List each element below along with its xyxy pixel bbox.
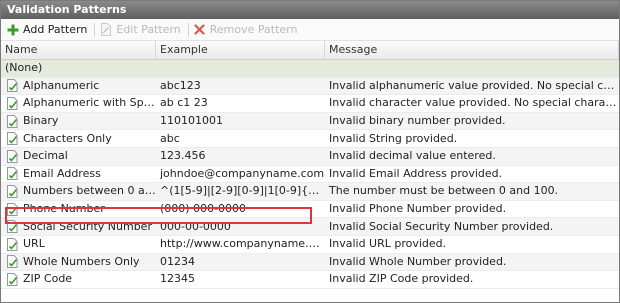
plus-icon (6, 23, 20, 37)
row-name-cell: Binary (1, 113, 156, 129)
row-name-cell: Social Security Number (1, 219, 156, 235)
row-name: Social Security Number (23, 219, 152, 233)
patterns-grid: Name Example Message (None) Alphanumeric… (1, 41, 619, 302)
row-name: Decimal (23, 149, 68, 163)
row-example: 110101001 (160, 114, 223, 128)
row-example: 000-00-0000 (160, 219, 231, 233)
row-name-cell: Email Address (1, 166, 156, 182)
table-row[interactable]: Alphanumeric with Space Characters ab c1 … (1, 95, 619, 113)
row-message: Invalid binary number provided. (329, 114, 506, 128)
row-name-cell: Alphanumeric with Space Characters (1, 95, 156, 111)
row-message: The number must be between 0 and 100. (329, 184, 559, 198)
table-row[interactable]: Characters Only abc Invalid String provide… (1, 130, 619, 148)
row-message: Invalid decimal value entered. (329, 149, 496, 163)
row-name-cell: Numbers between 0 and 100 (1, 183, 156, 199)
pattern-item-icon (5, 220, 19, 234)
remove-pattern-label: Remove Pattern (209, 23, 298, 36)
table-row[interactable]: Whole Numbers Only 01234 Invalid Whole Num… (1, 253, 619, 272)
row-name: Email Address (23, 166, 101, 180)
pattern-item-icon (5, 167, 19, 181)
row-name-cell: Phone Number (1, 201, 156, 217)
row-message: Invalid ZIP Code provided. (329, 272, 474, 286)
edit-pattern-button[interactable]: Edit Pattern (97, 20, 185, 39)
row-message: Invalid Social Security Number provided. (329, 219, 554, 233)
row-message: Invalid URL provided. (329, 237, 447, 251)
pattern-item-icon (5, 255, 19, 269)
table-row[interactable]: Decimal 123.456 Invalid decimal value ente… (1, 147, 619, 166)
row-name: Alphanumeric (23, 78, 100, 92)
row-name-cell: URL (1, 236, 156, 252)
row-example: abc (160, 131, 180, 145)
table-row-none[interactable]: (None) (1, 60, 619, 78)
table-row[interactable]: URL http://www.companyname.domain Invalid … (1, 236, 619, 254)
row-message: Invalid character value provided. No spe… (329, 96, 619, 110)
grid-header: Name Example Message (1, 41, 619, 60)
row-example: http://www.companyname.domain (160, 237, 325, 251)
pattern-item-icon (5, 149, 19, 163)
pattern-item-icon (5, 202, 19, 216)
pattern-item-icon (5, 96, 19, 110)
row-message: Invalid String provided. (329, 131, 458, 145)
row-name: Phone Number (23, 202, 105, 216)
pattern-item-icon (5, 184, 19, 198)
row-message: Invalid Phone Number provided. (329, 202, 507, 216)
table-row[interactable]: Binary 110101001 Invalid binary number pro… (1, 112, 619, 131)
add-pattern-button[interactable]: Add Pattern (4, 20, 92, 39)
toolbar-separator (187, 22, 189, 37)
row-name: URL (23, 237, 45, 251)
row-name: Alphanumeric with Space Characters (23, 96, 156, 110)
table-row[interactable]: Phone Number (000) 000-0000 Invalid Phone … (1, 201, 619, 219)
row-name: Whole Numbers Only (23, 254, 140, 268)
toolbar-separator (94, 22, 96, 37)
pattern-item-icon (5, 114, 19, 128)
row-name-cell: ZIP Code (1, 271, 156, 287)
pattern-item-icon (5, 237, 19, 251)
row-message: Invalid alphanumeric value provided. No … (329, 78, 619, 92)
window-title: Validation Patterns (1, 1, 619, 19)
table-row[interactable]: Alphanumeric abc123 Invalid alphanumeric v… (1, 77, 619, 96)
row-name: Characters Only (23, 131, 112, 145)
row-example: johndoe@companyname.com (160, 166, 325, 180)
pattern-item-icon (5, 272, 19, 286)
row-name-cell: Decimal (1, 148, 156, 164)
validation-patterns-window: Validation Patterns Add Pattern Edit Pat… (0, 0, 620, 303)
row-name: Numbers between 0 and 100 (23, 184, 156, 198)
row-name-cell: Whole Numbers Only (1, 254, 156, 270)
remove-pattern-button[interactable]: Remove Pattern (191, 20, 303, 39)
toolbar: Add Pattern Edit Pattern Remove Pattern (1, 19, 619, 41)
table-row[interactable]: Social Security Number 000-00-0000 Invalid… (1, 218, 619, 236)
edit-pattern-label: Edit Pattern (116, 23, 181, 36)
row-name: ZIP Code (23, 272, 73, 286)
row-example: 123.456 (160, 149, 206, 163)
table-row[interactable]: Email Address johndoe@companyname.com Inva… (1, 166, 619, 184)
grid-body: (None) Alphanumeric abc123 Invalid alphanu… (1, 60, 619, 289)
row-example: abc123 (160, 78, 201, 92)
column-header-message[interactable]: Message (325, 41, 619, 59)
row-example: ^(1[5-9]|[2-9][0-9]|1[0-9]{2}|2[01 (160, 184, 325, 198)
row-message: Invalid Email Address provided. (329, 166, 503, 180)
column-header-name[interactable]: Name (1, 41, 156, 59)
add-pattern-label: Add Pattern (23, 23, 88, 36)
row-example: 01234 (160, 254, 195, 268)
none-option: (None) (5, 61, 43, 75)
pattern-item-icon (5, 132, 19, 146)
row-name: Binary (23, 114, 59, 128)
row-example: ab c1 23 (160, 96, 208, 110)
row-name-cell: Alphanumeric (1, 78, 156, 94)
edit-icon (99, 23, 113, 37)
row-message: Invalid Whole Number provided. (329, 254, 507, 268)
pattern-item-icon (5, 79, 19, 93)
row-name-cell: Characters Only (1, 131, 156, 147)
row-example: (000) 000-0000 (160, 202, 247, 216)
table-row[interactable]: ZIP Code 12345 Invalid ZIP Code provided. (1, 271, 619, 289)
row-example: 12345 (160, 272, 195, 286)
x-icon (193, 23, 207, 37)
table-row[interactable]: Numbers between 0 and 100 ^(1[5-9]|[2-9][… (1, 183, 619, 201)
column-header-example[interactable]: Example (156, 41, 325, 59)
